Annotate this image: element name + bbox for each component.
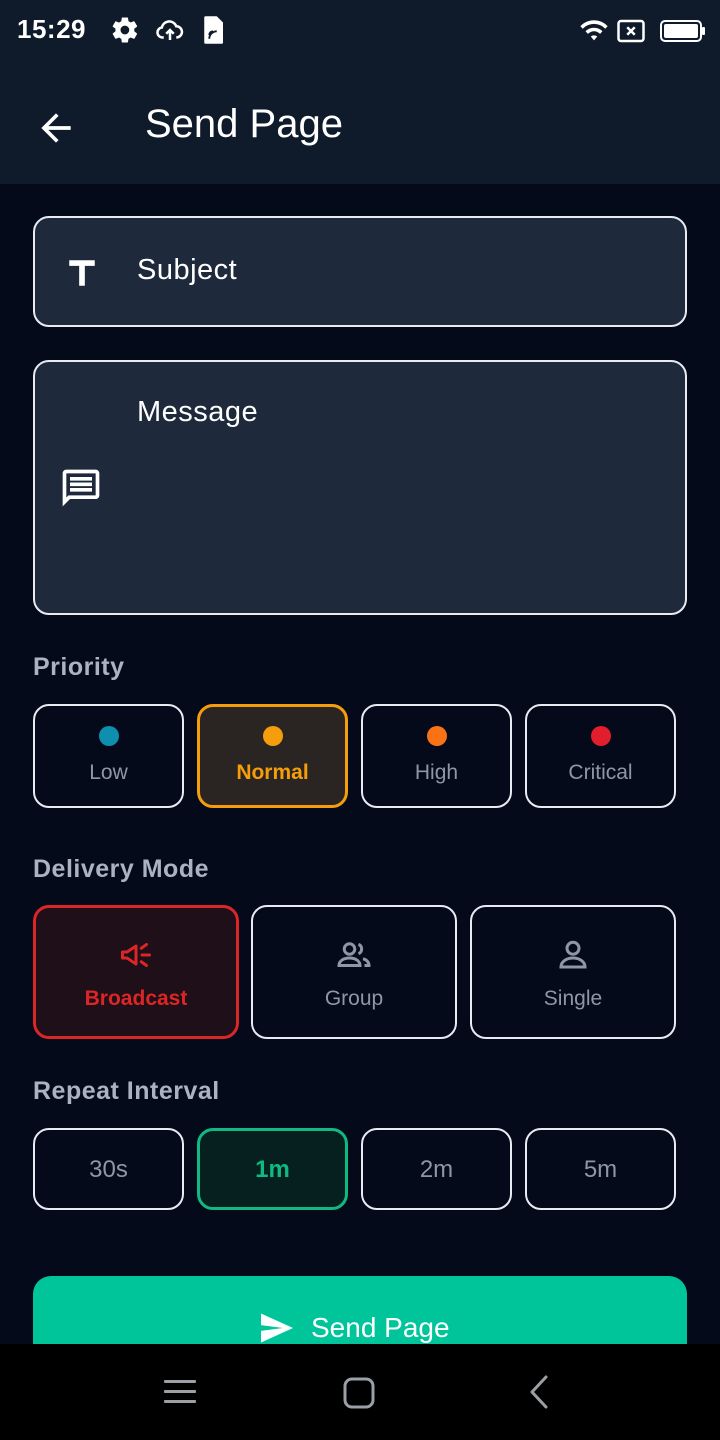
arrow-left-icon[interactable] (34, 106, 78, 150)
priority-dot (98, 726, 119, 746)
delivery-option-single[interactable]: Single (470, 905, 676, 1039)
priority-option-low[interactable]: Low (33, 704, 184, 808)
priority-option-normal[interactable]: Normal (197, 704, 348, 808)
delivery-mode-label: Delivery Mode (33, 855, 210, 883)
repeat-option-label: 30s (89, 1156, 128, 1183)
message-placeholder: Message (137, 396, 259, 428)
home-square-icon[interactable] (342, 1376, 376, 1410)
priority-option-label: Critical (568, 761, 633, 784)
group-icon (337, 942, 371, 967)
priority-dot (426, 726, 447, 746)
page-title: Send Page (145, 102, 343, 146)
back-chevron-icon[interactable] (526, 1374, 552, 1410)
sim-card-icon (204, 16, 223, 44)
subject-placeholder: Subject (137, 254, 238, 286)
repeat-option-label: 2m (419, 1156, 454, 1183)
repeat-interval-label: Repeat Interval (33, 1077, 220, 1105)
delivery-option-group[interactable]: Group (251, 905, 457, 1039)
priority-dot (590, 726, 611, 746)
delivery-option-broadcast[interactable]: Broadcast (33, 905, 239, 1039)
status-bar: 15:29 (0, 0, 720, 64)
battery-icon (660, 20, 705, 42)
send-page-button[interactable]: Send Page (33, 1276, 687, 1344)
priority-option-label: Low (89, 761, 128, 784)
priority-option-label: High (414, 761, 459, 784)
wifi-icon (580, 20, 608, 41)
repeat-option-label: 1m (255, 1156, 290, 1183)
repeat-option-label: 5m (583, 1156, 618, 1183)
subject-input[interactable]: Subject (33, 216, 687, 327)
app-bar: Send Page (0, 64, 720, 184)
megaphone-icon (121, 943, 151, 967)
menu-icon[interactable] (163, 1378, 197, 1406)
status-time: 15:29 (17, 14, 86, 44)
gear-icon (112, 17, 138, 43)
delivery-option-label: Group (324, 987, 384, 1010)
priority-option-critical[interactable]: Critical (525, 704, 676, 808)
system-nav-bar (0, 1344, 720, 1440)
send-icon (261, 1313, 293, 1343)
repeat-option-5m[interactable]: 5m (525, 1128, 676, 1210)
cloud-upload-icon (156, 20, 184, 40)
message-input[interactable]: Message (33, 360, 687, 615)
repeat-option-1m[interactable]: 1m (197, 1128, 348, 1210)
no-sim-icon (617, 19, 645, 43)
delivery-option-label: Single (543, 987, 603, 1010)
text-t-icon (69, 260, 95, 286)
person-icon (559, 940, 587, 969)
delivery-option-label: Broadcast (84, 987, 188, 1010)
send-page-button-label: Send Page (311, 1312, 450, 1343)
priority-label: Priority (33, 653, 125, 681)
priority-dot (262, 726, 283, 746)
priority-option-label: Normal (236, 761, 309, 784)
send-page-form: Subject Message Priority Low Normal High… (0, 184, 720, 1344)
priority-option-high[interactable]: High (361, 704, 512, 808)
message-icon (62, 469, 100, 507)
repeat-option-30s[interactable]: 30s (33, 1128, 184, 1210)
repeat-option-2m[interactable]: 2m (361, 1128, 512, 1210)
